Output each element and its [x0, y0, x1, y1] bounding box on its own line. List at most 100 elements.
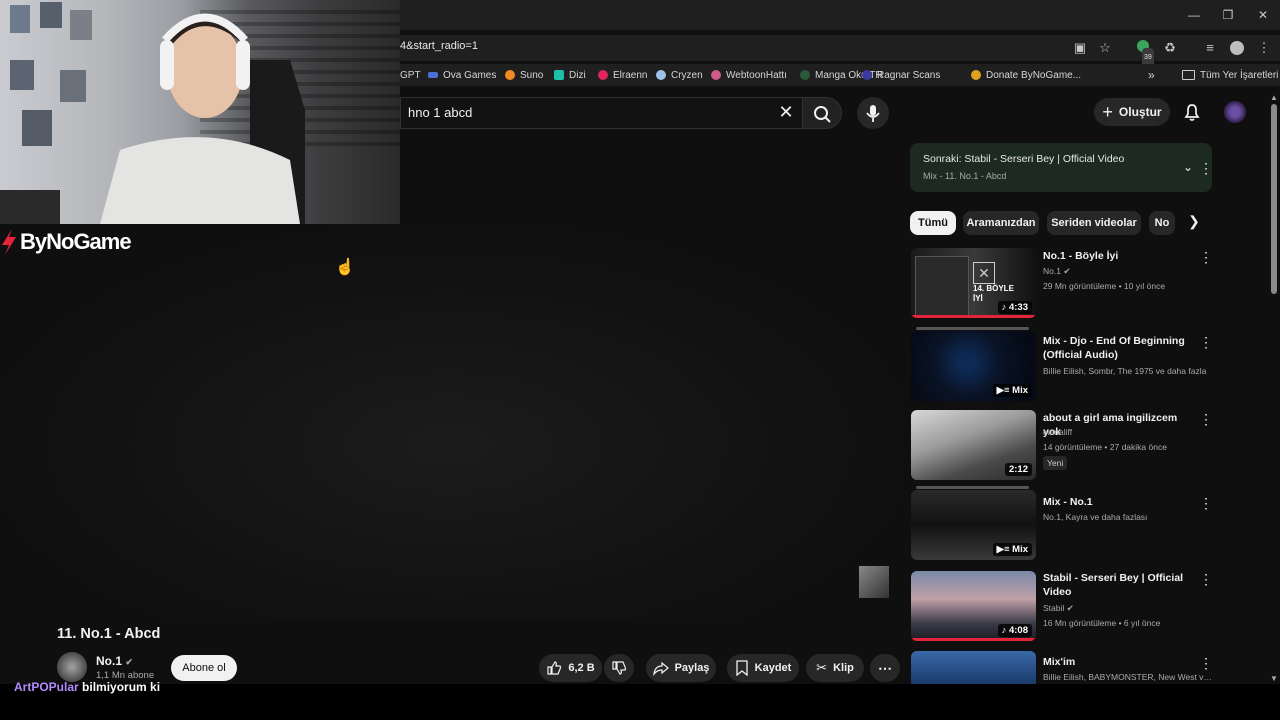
- clear-search-icon[interactable]: ✕: [776, 100, 796, 124]
- suno-icon: [505, 70, 515, 80]
- chip-channel[interactable]: No: [1149, 211, 1175, 235]
- channel-name[interactable]: No.1 ✔: [1043, 266, 1213, 277]
- all-bookmarks[interactable]: Tüm Yer İşaretleri: [1182, 64, 1278, 86]
- voice-search-button[interactable]: [857, 97, 889, 129]
- bookmark-item[interactable]: Elraenn: [598, 64, 647, 86]
- extension-badge-icon[interactable]: 39: [1133, 38, 1154, 68]
- chevron-down-icon[interactable]: ⌄: [1183, 160, 1199, 176]
- chip-series[interactable]: Seriden videolar: [1047, 211, 1141, 235]
- video-thumbnail[interactable]: ♪ 4:08: [911, 571, 1036, 641]
- microphone-icon: [866, 105, 880, 122]
- create-button[interactable]: + Oluştur: [1094, 98, 1170, 126]
- extensions-puzzle-icon[interactable]: ♻: [1160, 38, 1180, 58]
- bookmarks-overflow-icon[interactable]: »: [1148, 64, 1155, 86]
- up-next-subtitle: Mix - 11. No.1 - Abcd: [923, 171, 1007, 181]
- profile-icon[interactable]: [1227, 38, 1247, 58]
- duration-badge: 2:12: [1004, 463, 1032, 476]
- bookmark-item[interactable]: WebtoonHattı: [711, 64, 787, 86]
- up-next-panel[interactable]: [910, 143, 1212, 192]
- clip-button[interactable]: ✂ Klip: [806, 654, 864, 682]
- chevron-right-icon[interactable]: ❯: [1184, 213, 1204, 233]
- video-menu-icon[interactable]: ⋮: [1198, 411, 1214, 428]
- up-next-menu-icon[interactable]: ⋮: [1198, 160, 1214, 177]
- minimize-icon[interactable]: —: [1180, 6, 1208, 24]
- bookmark-item[interactable]: Ova Games: [428, 64, 496, 86]
- mix-badge: ▶≡ Mix: [992, 543, 1032, 556]
- video-menu-icon[interactable]: ⋮: [1198, 655, 1214, 672]
- dizi-icon: [554, 70, 564, 80]
- notifications-bell-icon[interactable]: [1180, 100, 1204, 124]
- duration-badge: ♪ 4:08: [997, 624, 1032, 637]
- more-horizontal-icon: ⋯: [878, 659, 892, 676]
- bookmark-star-icon[interactable]: ☆: [1095, 38, 1115, 58]
- channel-avatar[interactable]: [57, 652, 87, 682]
- video-thumbnail[interactable]: ✕ 14. BÖYLE İYİ ♪ 4:33: [911, 248, 1036, 318]
- ragnar-icon: [862, 70, 872, 80]
- hand-cursor-icon: ☝: [335, 259, 355, 276]
- video-menu-icon[interactable]: ⋮: [1198, 571, 1214, 588]
- bookmark-item[interactable]: Donate ByNoGame...: [971, 64, 1081, 86]
- restore-icon[interactable]: ❐: [1214, 6, 1242, 24]
- more-actions-button[interactable]: ⋯: [870, 654, 900, 682]
- video-player[interactable]: [0, 230, 900, 620]
- video-meta: 29 Mn görüntüleme • 10 yıl önce: [1043, 281, 1166, 291]
- chip-from-search[interactable]: Aramanızdan: [963, 211, 1039, 235]
- scrollbar-thumb[interactable]: [1271, 104, 1277, 294]
- end-screen-thumbnail[interactable]: [859, 566, 889, 598]
- like-button[interactable]: 6,2 B: [539, 654, 602, 682]
- share-button[interactable]: Paylaş: [646, 654, 716, 682]
- install-app-icon[interactable]: ▣: [1070, 38, 1090, 58]
- channel-name[interactable]: Billie Eilish, Sombr, The 1975 ve daha f…: [1043, 366, 1213, 376]
- bookmark-icon: [736, 660, 748, 676]
- video-title[interactable]: Mix - Djo - End Of Beginning (Official A…: [1043, 334, 1193, 362]
- scroll-up-icon[interactable]: ▲: [1270, 93, 1278, 102]
- video-menu-icon[interactable]: ⋮: [1198, 249, 1214, 266]
- video-meta: 16 Mn görüntüleme • 6 yıl önce: [1043, 618, 1161, 628]
- manga-icon: [800, 70, 810, 80]
- video-title[interactable]: Mix'im: [1043, 655, 1193, 669]
- search-button[interactable]: [802, 97, 842, 129]
- channel-name[interactable]: Billie Eilish, BABYMONSTER, New West ve …: [1043, 672, 1213, 682]
- reading-list-icon[interactable]: ≡: [1200, 38, 1220, 58]
- channel-name[interactable]: cumaliff: [1043, 427, 1213, 437]
- scissors-icon: ✂: [816, 660, 828, 675]
- mix-stack-edge: [916, 327, 1029, 330]
- bookmark-item[interactable]: Ragnar Scans: [862, 64, 940, 86]
- bookmark-item[interactable]: Cryzen: [656, 64, 703, 86]
- ova-games-icon: [428, 72, 438, 78]
- cryzen-icon: [656, 70, 666, 80]
- save-button[interactable]: Kaydet: [727, 654, 799, 682]
- browser-menu-icon[interactable]: ⋮: [1254, 38, 1274, 58]
- verified-icon: ✔: [125, 657, 133, 667]
- video-thumbnail[interactable]: ▶≡ Mix: [911, 331, 1036, 401]
- account-avatar[interactable]: [1224, 101, 1246, 123]
- video-thumbnail[interactable]: ▶≡ Mix: [911, 490, 1036, 560]
- brand-text: ByNoGame: [20, 229, 132, 254]
- close-window-icon[interactable]: ✕: [1249, 6, 1277, 24]
- dislike-button[interactable]: [604, 654, 634, 682]
- search-query[interactable]: hno 1 abcd: [408, 105, 472, 120]
- channel-name[interactable]: No.1, Kayra ve daha fazlası: [1043, 512, 1213, 522]
- video-thumbnail[interactable]: 2:12: [911, 410, 1036, 480]
- scroll-down-icon[interactable]: ▼: [1270, 674, 1278, 683]
- mix-badge: ▶≡ Mix: [992, 384, 1032, 397]
- chip-all[interactable]: Tümü: [910, 211, 956, 235]
- url-text[interactable]: 4&start_radio=1: [400, 40, 478, 52]
- bookmark-item[interactable]: Suno: [505, 64, 543, 86]
- webcam-overlay: [0, 0, 400, 224]
- video-title[interactable]: Mix - No.1: [1043, 495, 1193, 509]
- video-title[interactable]: Stabil - Serseri Bey | Official Video: [1043, 571, 1193, 599]
- thumbs-down-icon: [612, 661, 627, 675]
- channel-name[interactable]: Stabil ✔: [1043, 603, 1213, 614]
- bookmark-item[interactable]: GPT: [400, 64, 421, 86]
- channel-name[interactable]: No.1 ✔: [96, 654, 133, 668]
- bynogame-icon: [971, 70, 981, 80]
- video-menu-icon[interactable]: ⋮: [1198, 334, 1214, 351]
- duration-badge: ♪ 4:33: [997, 301, 1032, 314]
- video-menu-icon[interactable]: ⋮: [1198, 495, 1214, 512]
- subscribe-button[interactable]: Abone ol: [171, 655, 237, 681]
- webtoon-icon: [711, 70, 721, 80]
- video-thumbnail[interactable]: [911, 651, 1036, 684]
- video-title[interactable]: No.1 - Böyle İyi: [1043, 249, 1193, 263]
- bookmark-item[interactable]: Dizi: [554, 64, 586, 86]
